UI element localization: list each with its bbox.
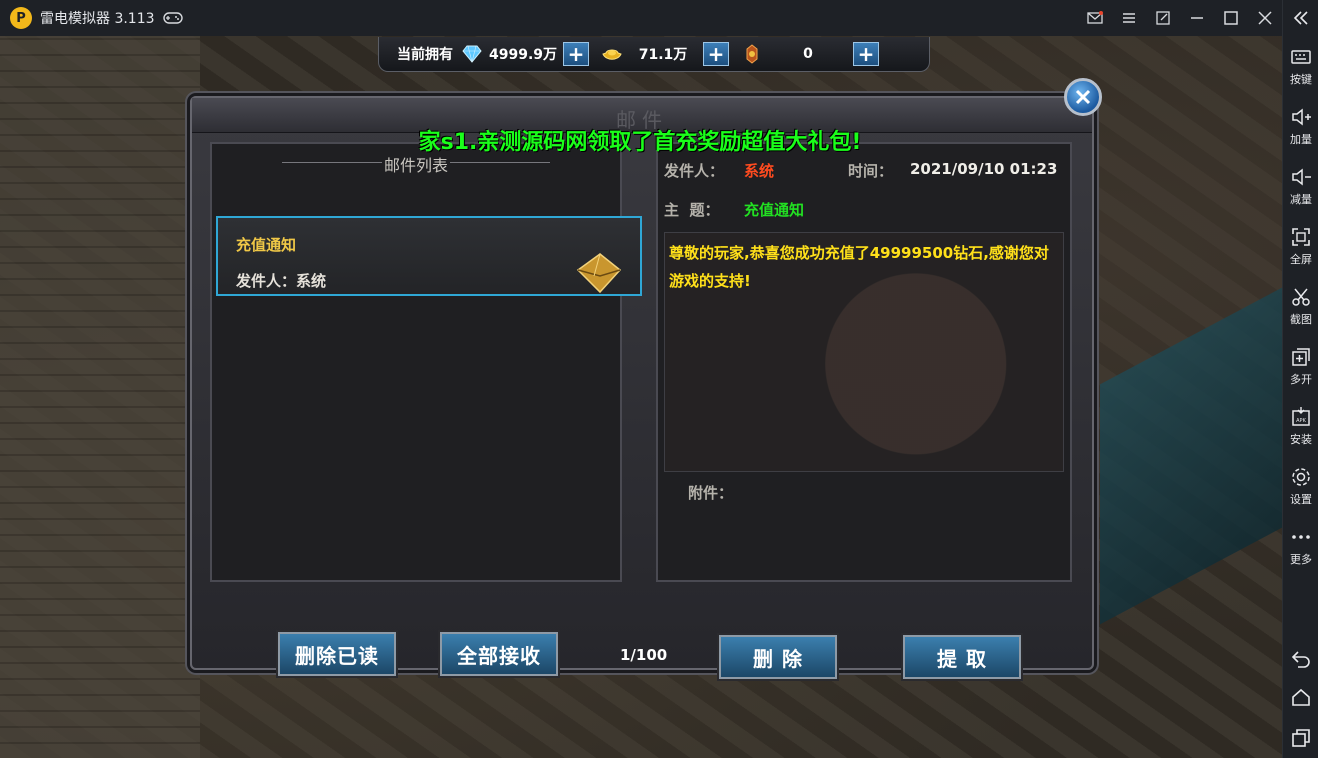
more-dots-icon xyxy=(1292,534,1310,539)
sidebar-item-label: 安装 xyxy=(1290,432,1312,446)
currency-bar: 当前拥有 4999.9万 + 71.1万 + 0 + xyxy=(378,37,930,72)
back-icon[interactable] xyxy=(1283,638,1318,678)
maximize-icon[interactable] xyxy=(1214,0,1248,36)
recent-apps-icon[interactable] xyxy=(1283,718,1318,758)
sidebar-item-multi-instance[interactable]: 多开 xyxy=(1283,336,1318,396)
sidebar-item-label: 更多 xyxy=(1290,552,1312,566)
sidebar-item-label: 全屏 xyxy=(1290,252,1312,266)
background-water xyxy=(1100,287,1282,625)
add-diamond-button[interactable]: + xyxy=(563,42,589,66)
token-amount: 0 xyxy=(803,46,813,62)
mail-list-pane: 邮件列表 xyxy=(210,142,622,582)
mail-item-subject: 充值通知 xyxy=(236,236,297,254)
multi-instance-icon xyxy=(1292,347,1310,366)
add-gold-button[interactable]: + xyxy=(703,42,729,66)
sender-label: 发件人： xyxy=(664,162,725,180)
sidebar-item-label: 加量 xyxy=(1290,132,1312,146)
gear-icon xyxy=(1292,467,1310,486)
volume-up-icon xyxy=(1292,107,1311,126)
home-icon[interactable] xyxy=(1283,678,1318,718)
emulator-sidebar: 按键 加量 减量 全屏 截图 多开 APK 安装 设置 更多 xyxy=(1282,0,1318,758)
sidebar-item-label: 截图 xyxy=(1290,312,1312,326)
sidebar-item-label: 设置 xyxy=(1290,492,1312,506)
sidebar-item-install-apk[interactable]: APK 安装 xyxy=(1283,396,1318,456)
page-indicator: 1/100 xyxy=(620,646,668,664)
window-controls xyxy=(1078,0,1282,36)
add-token-button[interactable]: + xyxy=(853,42,879,66)
mail-detail-pane: 发件人： 系统 时间： 2021/09/10 01:23 主 题： 充值通知 尊… xyxy=(656,142,1072,582)
diamond-amount: 4999.9万 xyxy=(488,47,558,63)
sidebar-item-keymap[interactable]: 按键 xyxy=(1283,36,1318,96)
token-icon xyxy=(746,44,758,64)
emulator-titlebar: P 雷电模拟器 3.113 xyxy=(0,0,1282,36)
scissors-icon xyxy=(1292,288,1310,306)
currency-label: 当前拥有 xyxy=(397,47,453,63)
envelope-icon xyxy=(576,253,622,294)
pin-window-icon[interactable] xyxy=(1146,0,1180,36)
collapse-sidebar-icon[interactable] xyxy=(1283,0,1318,36)
delete-button[interactable]: 删 除 xyxy=(719,635,837,679)
time-label: 时间： xyxy=(848,162,894,180)
sidebar-item-screenshot[interactable]: 截图 xyxy=(1283,276,1318,336)
attachment-label: 附件： xyxy=(688,484,734,502)
background-wall xyxy=(0,36,200,758)
gold-amount: 71.1万 xyxy=(638,47,688,63)
fullscreen-icon xyxy=(1292,227,1310,246)
receive-all-button[interactable]: 全部接收 xyxy=(440,632,558,676)
delete-read-button[interactable]: 删除已读 xyxy=(278,632,396,676)
sidebar-item-label: 按键 xyxy=(1290,72,1312,86)
subject-value: 充值通知 xyxy=(744,201,805,219)
volume-down-icon xyxy=(1292,167,1311,186)
app-logo-icon: P xyxy=(10,7,32,29)
sidebar-item-settings[interactable]: 设置 xyxy=(1283,456,1318,516)
extract-button[interactable]: 提 取 xyxy=(903,635,1021,679)
svg-text:APK: APK xyxy=(1296,418,1306,424)
gamepad-icon[interactable] xyxy=(162,11,183,25)
mail-list-item[interactable]: 充值通知 发件人：系统 xyxy=(216,216,642,296)
close-window-icon[interactable] xyxy=(1248,0,1282,36)
mail-item-sender: 发件人：系统 xyxy=(236,272,327,290)
subject-label: 主 题： xyxy=(664,201,720,219)
sidebar-item-label: 减量 xyxy=(1290,192,1312,206)
gold-ingot-icon xyxy=(602,49,622,60)
announcement-marquee: 家s1.亲测源码网领取了首充奖励超值大礼包! xyxy=(418,130,862,155)
app-title: 雷电模拟器 3.113 xyxy=(40,11,155,27)
android-nav xyxy=(1283,638,1318,758)
menu-icon[interactable] xyxy=(1112,0,1146,36)
minimize-icon[interactable] xyxy=(1180,0,1214,36)
mail-panel: 邮件 邮件列表 充值通知 发件人：系统 发件人： 系统 时间： 2021/09/… xyxy=(190,78,1102,679)
sidebar-item-label: 多开 xyxy=(1290,372,1312,386)
sidebar-item-more[interactable]: 更多 xyxy=(1283,516,1318,576)
close-icon xyxy=(1075,89,1091,105)
sender-value: 系统 xyxy=(744,162,775,180)
sidebar-item-fullscreen[interactable]: 全屏 xyxy=(1283,216,1318,276)
apk-install-icon: APK xyxy=(1292,406,1310,426)
mail-content-box: 尊敬的玩家,恭喜您成功充值了49999500钻石,感谢您对游戏的支持! xyxy=(664,232,1064,472)
keyboard-icon xyxy=(1291,49,1311,64)
sidebar-item-volume-down[interactable]: 减量 xyxy=(1283,156,1318,216)
diamond-icon xyxy=(462,45,482,63)
sidebar-item-volume-up[interactable]: 加量 xyxy=(1283,96,1318,156)
mail-body: 尊敬的玩家,恭喜您成功充值了49999500钻石,感谢您对游戏的支持! xyxy=(669,244,1049,290)
close-panel-button[interactable] xyxy=(1064,78,1102,116)
time-value: 2021/09/10 01:23 xyxy=(910,160,1058,178)
mail-icon[interactable] xyxy=(1078,0,1112,36)
